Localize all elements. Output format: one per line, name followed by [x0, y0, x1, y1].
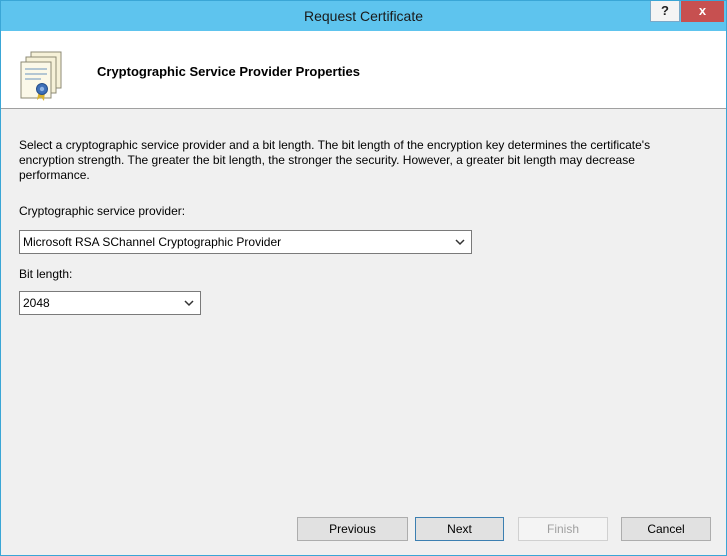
bit-length-select[interactable]: 2048: [19, 291, 201, 315]
page-title: Cryptographic Service Provider Propertie…: [97, 64, 360, 79]
chevron-down-icon: [455, 239, 465, 246]
previous-button[interactable]: Previous: [297, 517, 408, 541]
close-button[interactable]: x: [681, 1, 724, 22]
certificate-icon: [20, 51, 62, 101]
description-text: Select a cryptographic service provider …: [19, 138, 651, 182]
provider-select[interactable]: Microsoft RSA SChannel Cryptographic Pro…: [19, 230, 472, 254]
help-button[interactable]: ?: [650, 1, 680, 22]
next-button[interactable]: Next: [415, 517, 504, 541]
bit-length-label: Bit length:: [19, 267, 73, 281]
bit-length-value: 2048: [23, 296, 50, 310]
wizard-header: Cryptographic Service Provider Propertie…: [1, 31, 726, 109]
provider-value: Microsoft RSA SChannel Cryptographic Pro…: [23, 235, 282, 249]
cancel-button[interactable]: Cancel: [621, 517, 711, 541]
window-title: Request Certificate: [303, 8, 424, 24]
chevron-down-icon: [184, 300, 194, 307]
provider-label: Cryptographic service provider:: [19, 204, 186, 218]
request-certificate-dialog: Request Certificate ? x Cryptographic Se…: [0, 0, 727, 556]
title-bar[interactable]: Request Certificate ? x: [1, 1, 726, 31]
finish-button: Finish: [518, 517, 608, 541]
